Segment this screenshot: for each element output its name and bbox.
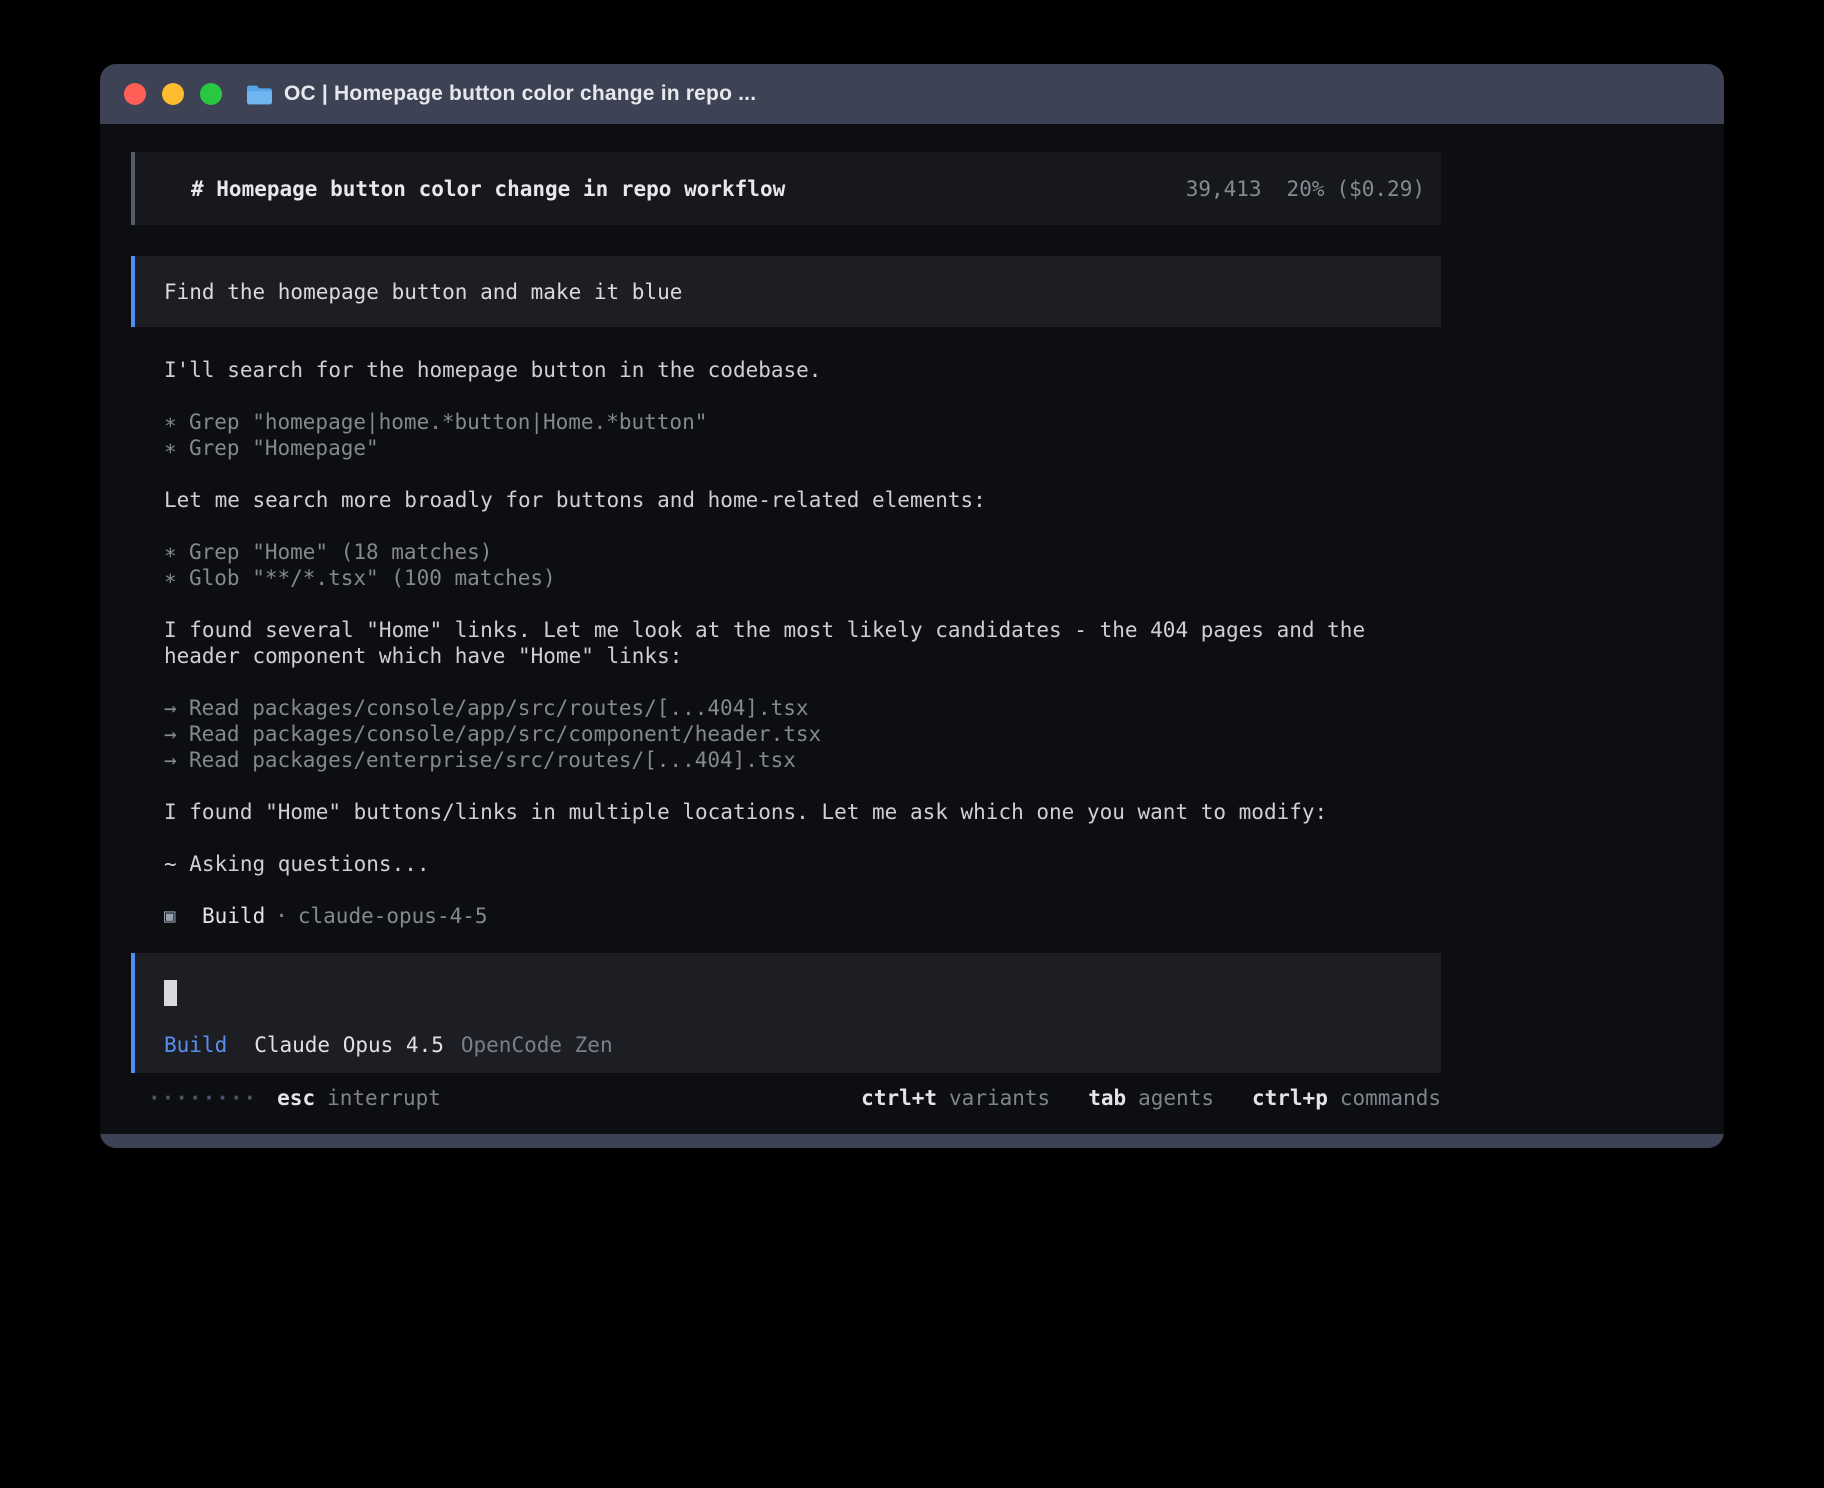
transcript-group: ▣Build · claude-opus-4-5 [164, 903, 1441, 929]
session-meta: 39,413 20% ($0.29) [1186, 176, 1425, 202]
tool-call-line: ∗Grep "Homepage" [164, 435, 1441, 461]
minimize-button[interactable] [162, 83, 184, 105]
transcript: I'll search for the homepage button in t… [131, 357, 1441, 929]
model-name: Claude Opus 4.5 [254, 1032, 444, 1058]
tool-call-text: Grep "homepage|home.*button|Home.*button… [189, 410, 707, 434]
tool-call-text: Grep "Homepage" [189, 436, 379, 460]
tool-call-text: Glob "**/*.tsx" (100 matches) [189, 566, 556, 590]
tool-call-text: Read packages/enterprise/src/routes/[...… [189, 748, 796, 772]
input-status-row: Build Claude Opus 4.5 OpenCode Zen [164, 1032, 1441, 1058]
assistant-text-line: I found "Home" buttons/links in multiple… [164, 799, 1441, 825]
window-title: OC | Homepage button color change in rep… [284, 82, 756, 106]
transcript-group: →Read packages/console/app/src/routes/[.… [164, 695, 1441, 773]
agent-model: claude-opus-4-5 [298, 903, 488, 929]
tool-call-text: Read packages/console/app/src/component/… [189, 722, 821, 746]
session-title: # Homepage button color change in repo w… [191, 176, 785, 202]
shortcut-variants: ctrl+t variants [861, 1085, 1050, 1111]
interrupt-label: interrupt [327, 1085, 441, 1111]
assistant-text-line: Let me search more broadly for buttons a… [164, 487, 1441, 513]
esc-key-hint: esc [277, 1085, 315, 1111]
terminal-window: OC | Homepage button color change in rep… [100, 64, 1724, 1148]
agent-mode-label: Build [164, 1032, 227, 1058]
spinner-dots: ········ [148, 1085, 257, 1111]
traffic-lights [124, 83, 222, 105]
assistant-text-line: I'll search for the homepage button in t… [164, 357, 1441, 383]
shortcut-keys: ctrl+p [1252, 1085, 1328, 1111]
shortcut-keys: ctrl+t [861, 1085, 937, 1111]
transcript-group: Let me search more broadly for buttons a… [164, 487, 1441, 513]
transcript-group: ∗Grep "Home" (18 matches)∗Glob "**/*.tsx… [164, 539, 1441, 591]
window-bottom-edge [100, 1134, 1724, 1148]
tool-call-line: →Read packages/enterprise/src/routes/[..… [164, 747, 1441, 773]
close-button[interactable] [124, 83, 146, 105]
screen: OC | Homepage button color change in rep… [0, 0, 1824, 1488]
assistant-text-line: ~ Asking questions... [164, 851, 1441, 877]
tool-asterisk-icon: ∗ [164, 409, 189, 435]
agent-square-icon: ▣ [164, 903, 202, 929]
user-message-text: Find the homepage button and make it blu… [164, 279, 682, 305]
tool-call-line: →Read packages/console/app/src/component… [164, 721, 1441, 747]
shortcut-label: variants [949, 1085, 1050, 1111]
transcript-group: ∗Grep "homepage|home.*button|Home.*butto… [164, 409, 1441, 461]
status-bar-shortcuts: ctrl+t variants tab agents ctrl+p commands [823, 1085, 1441, 1111]
tool-asterisk-icon: ∗ [164, 435, 189, 461]
read-arrow-icon: → [164, 695, 189, 721]
separator-dot: · [275, 903, 288, 929]
transcript-group: I'll search for the homepage button in t… [164, 357, 1441, 383]
tool-asterisk-icon: ∗ [164, 539, 189, 565]
text-cursor [164, 980, 177, 1006]
session-header: # Homepage button color change in repo w… [131, 152, 1441, 225]
folder-icon [246, 84, 273, 105]
tool-call-line: ∗Grep "homepage|home.*button|Home.*butto… [164, 409, 1441, 435]
transcript-group: I found "Home" buttons/links in multiple… [164, 799, 1441, 825]
session-cost: ($0.29) [1336, 176, 1425, 202]
shortcut-keys: tab [1088, 1085, 1126, 1111]
assistant-text-line: I found several "Home" links. Let me loo… [164, 617, 1441, 643]
tui-content: # Homepage button color change in repo w… [100, 124, 1441, 1111]
assistant-text-line: header component which have "Home" links… [164, 643, 1441, 669]
provider-name: OpenCode Zen [461, 1032, 613, 1058]
agent-name: Build [202, 903, 265, 929]
terminal-body: # Homepage button color change in repo w… [100, 124, 1724, 1134]
transcript-group: ~ Asking questions... [164, 851, 1441, 877]
read-arrow-icon: → [164, 747, 189, 773]
status-bar-left: ········ esc interrupt [148, 1085, 441, 1111]
zoom-button[interactable] [200, 83, 222, 105]
context-percent: 20% [1287, 176, 1325, 202]
user-message: Find the homepage button and make it blu… [131, 256, 1441, 327]
shortcut-label: agents [1138, 1085, 1214, 1111]
prompt-input[interactable]: Build Claude Opus 4.5 OpenCode Zen [131, 953, 1441, 1073]
token-count: 39,413 [1186, 176, 1262, 202]
shortcut-agents: tab agents [1088, 1085, 1214, 1111]
shortcut-label: commands [1340, 1085, 1441, 1111]
tool-call-text: Read packages/console/app/src/routes/[..… [189, 696, 809, 720]
read-arrow-icon: → [164, 721, 189, 747]
tool-call-line: ∗Grep "Home" (18 matches) [164, 539, 1441, 565]
tool-call-line: →Read packages/console/app/src/routes/[.… [164, 695, 1441, 721]
tool-asterisk-icon: ∗ [164, 565, 189, 591]
tool-call-text: Grep "Home" (18 matches) [189, 540, 492, 564]
status-bar: ········ esc interrupt ctrl+t variants tab… [131, 1085, 1441, 1111]
transcript-group: I found several "Home" links. Let me loo… [164, 617, 1441, 669]
tool-call-line: ∗Glob "**/*.tsx" (100 matches) [164, 565, 1441, 591]
window-titlebar: OC | Homepage button color change in rep… [100, 64, 1724, 124]
shortcut-commands: ctrl+p commands [1252, 1085, 1441, 1111]
